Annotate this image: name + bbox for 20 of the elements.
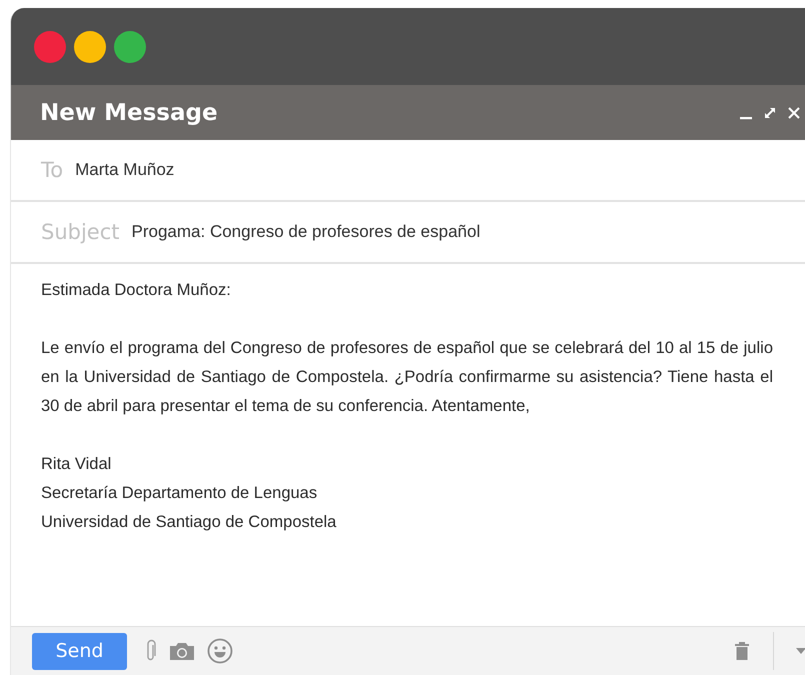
signature-line: Secretaría Departamento de Lenguas [41, 483, 318, 504]
signature-line: Universidad de Santiago de Compostela [41, 512, 338, 533]
to-label: To [41, 158, 64, 182]
signature-line: Rita Vidal [41, 454, 112, 475]
paperclip-icon[interactable] [145, 639, 157, 663]
emoji-icon[interactable] [207, 638, 233, 664]
close-dot[interactable] [34, 30, 66, 62]
minimize-dot[interactable] [74, 30, 106, 62]
camera-icon[interactable] [169, 641, 195, 661]
subject-field[interactable]: Progama: Congreso de profesores de español [132, 222, 480, 242]
expand-icon[interactable] [763, 106, 777, 120]
zoom-dot[interactable] [114, 30, 146, 62]
dropdown-caret-icon[interactable] [796, 648, 805, 654]
greeting-text: Estimada Doctora Muñoz: [41, 280, 232, 301]
recipient-field[interactable]: Marta Muñoz [75, 160, 174, 180]
close-icon[interactable] [787, 106, 801, 120]
trash-icon[interactable] [735, 642, 749, 660]
window-title: New Message [40, 100, 219, 126]
message-paragraph: Le envío el programa del Congreso de profesores de español que se celebrará del 10 al 15 de julio en la Universidad de Santiago de Compostela. ¿Podría confirmarme su asistencia? Tiene hasta el 30 de abril para presentar el tema de su conferencia. Atentamente, [41, 338, 773, 417]
subject-label: Subject [41, 220, 120, 244]
